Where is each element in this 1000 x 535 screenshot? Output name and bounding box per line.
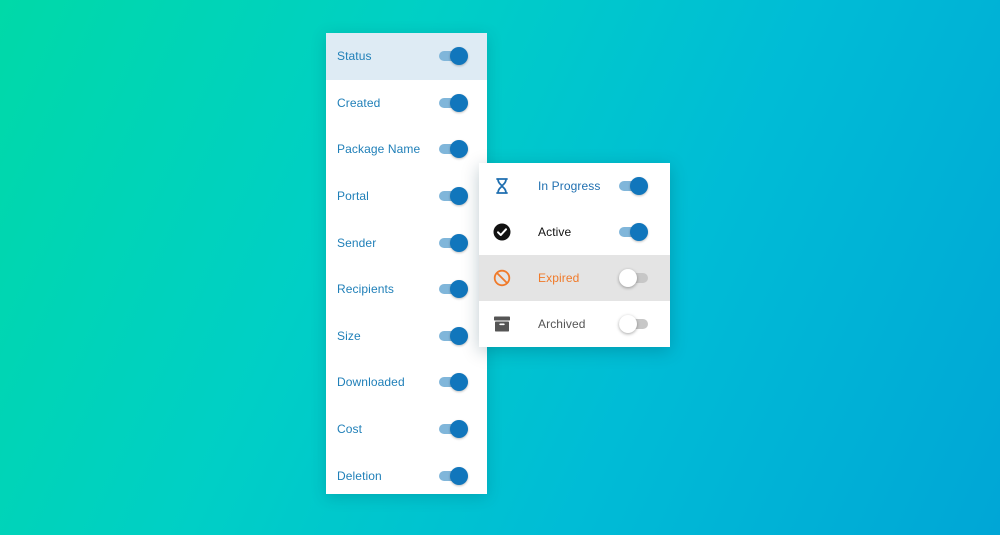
column-toggle-size[interactable] — [439, 326, 469, 346]
column-label: Cost — [337, 422, 363, 437]
column-toggle-recipients[interactable] — [439, 279, 469, 299]
status-filter-panel: In Progress Active Expired Archived — [479, 163, 670, 347]
column-item-package-name[interactable]: Package Name — [326, 126, 487, 173]
column-toggle-sender[interactable] — [439, 233, 469, 253]
column-label: Deletion — [337, 468, 382, 483]
column-label: Size — [337, 328, 361, 343]
status-item-active[interactable]: Active — [479, 209, 670, 255]
column-label: Downloaded — [337, 375, 405, 390]
column-label: Package Name — [337, 142, 421, 157]
status-toggle-active[interactable] — [619, 222, 649, 242]
column-item-recipients[interactable]: Recipients — [326, 266, 487, 313]
column-item-size[interactable]: Size — [326, 313, 487, 360]
status-item-expired[interactable]: Expired — [479, 255, 670, 301]
column-item-status[interactable]: Status — [326, 33, 487, 80]
status-toggle-archived[interactable] — [619, 314, 649, 334]
column-toggle-downloaded[interactable] — [439, 372, 469, 392]
status-item-in-progress[interactable]: In Progress — [479, 163, 670, 209]
status-label-in-progress: In Progress — [538, 179, 601, 193]
status-toggle-in-progress[interactable] — [619, 176, 649, 196]
column-label: Recipients — [337, 282, 395, 297]
column-toggle-deletion[interactable] — [439, 466, 469, 486]
column-toggle-portal[interactable] — [439, 186, 469, 206]
column-label: Created — [337, 95, 381, 110]
status-item-archived[interactable]: Archived — [479, 301, 670, 347]
status-label-active: Active — [538, 225, 572, 239]
status-toggle-expired[interactable] — [619, 268, 649, 288]
column-item-created[interactable]: Created — [326, 80, 487, 127]
column-item-sender[interactable]: Sender — [326, 219, 487, 266]
status-label-expired: Expired — [538, 271, 580, 285]
column-item-deletion[interactable]: Deletion — [326, 452, 487, 499]
column-item-downloaded[interactable]: Downloaded — [326, 359, 487, 406]
column-toggle-cost[interactable] — [439, 419, 469, 439]
column-item-portal[interactable]: Portal — [326, 173, 487, 220]
column-label: Status — [337, 49, 372, 64]
status-label-archived: Archived — [538, 317, 586, 331]
archive-box-icon — [493, 315, 511, 333]
column-toggle-status[interactable] — [439, 46, 469, 66]
column-toggle-created[interactable] — [439, 93, 469, 113]
column-item-cost[interactable]: Cost — [326, 406, 487, 453]
column-label: Sender — [337, 235, 377, 250]
check-circle-icon — [493, 223, 511, 241]
column-label: Portal — [337, 189, 369, 204]
column-visibility-panel: Status Created Package Name Portal Sende… — [326, 33, 487, 494]
prohibited-icon — [493, 269, 511, 287]
hourglass-icon — [493, 177, 511, 195]
column-toggle-package-name[interactable] — [439, 139, 469, 159]
